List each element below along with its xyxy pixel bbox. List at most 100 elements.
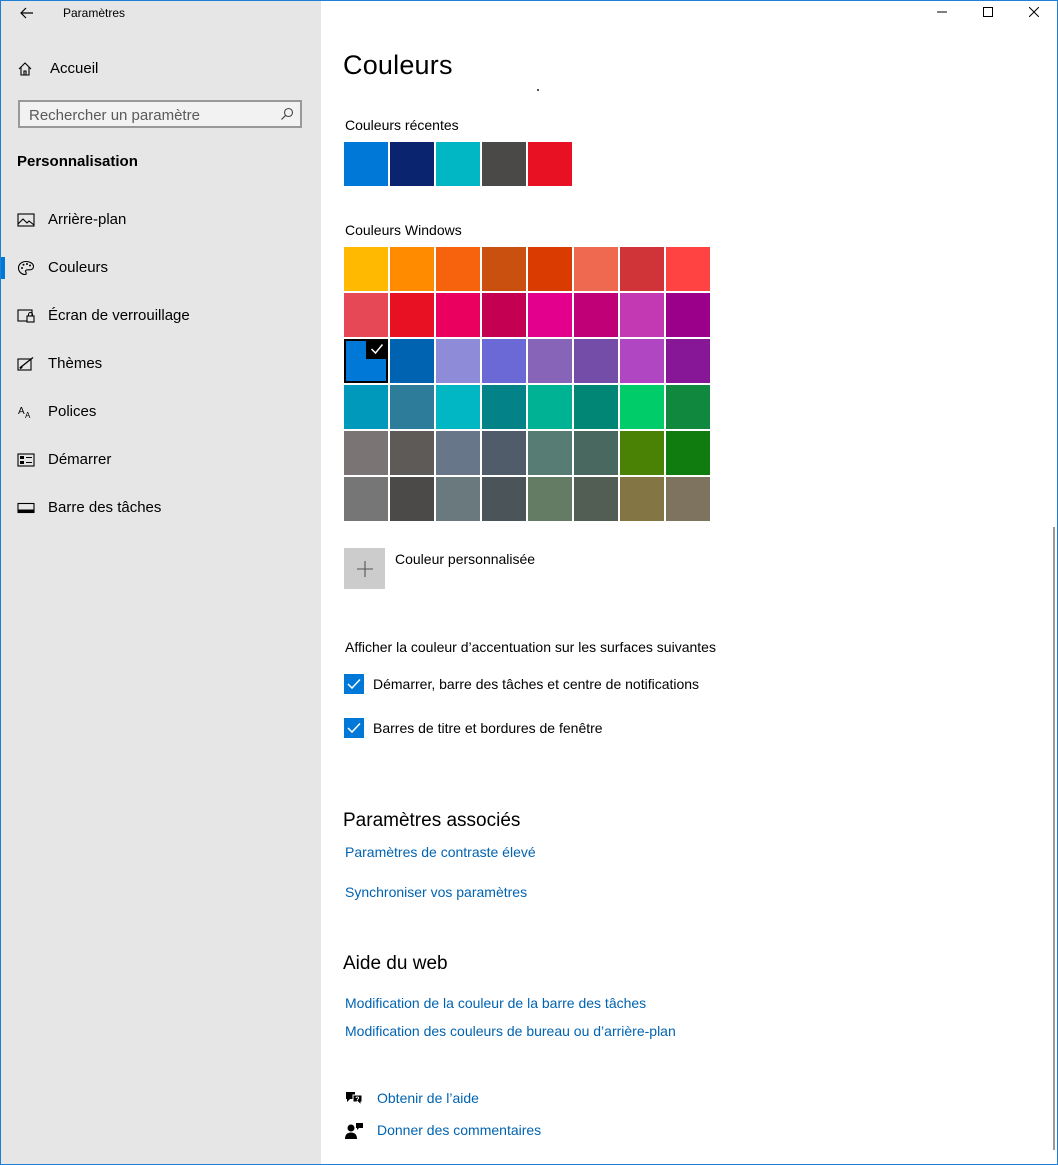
search-icon[interactable] bbox=[280, 107, 294, 121]
color-swatch[interactable] bbox=[666, 339, 710, 383]
color-swatch[interactable] bbox=[482, 293, 526, 337]
color-swatch[interactable] bbox=[574, 477, 618, 521]
color-swatch[interactable] bbox=[344, 247, 388, 291]
related-settings-heading: Paramètres associés bbox=[343, 810, 521, 831]
back-button[interactable] bbox=[11, 1, 43, 25]
color-swatch[interactable] bbox=[574, 247, 618, 291]
color-swatch[interactable] bbox=[574, 339, 618, 383]
color-swatch[interactable] bbox=[436, 247, 480, 291]
page-title: Couleurs bbox=[343, 50, 453, 80]
recent-color-swatch[interactable] bbox=[482, 142, 526, 186]
sidebar-item-start[interactable]: Démarrer bbox=[1, 442, 321, 478]
recent-colors bbox=[344, 142, 572, 186]
link-high-contrast[interactable]: Paramètres de contraste élevé bbox=[345, 844, 536, 860]
recent-color-swatch[interactable] bbox=[528, 142, 572, 186]
link-desktop-colors[interactable]: Modification des couleurs de bureau ou d… bbox=[345, 1023, 676, 1039]
color-swatch[interactable] bbox=[390, 385, 434, 429]
scrollbar[interactable] bbox=[1053, 527, 1055, 1150]
sidebar-item-label: Couleurs bbox=[48, 259, 109, 276]
sidebar-item-label: Écran de verrouillage bbox=[48, 307, 190, 324]
feedback-icon bbox=[345, 1123, 363, 1139]
link-sync-settings[interactable]: Synchroniser vos paramètres bbox=[345, 884, 527, 900]
color-swatch[interactable] bbox=[574, 293, 618, 337]
color-swatch[interactable] bbox=[528, 293, 572, 337]
color-swatch[interactable] bbox=[344, 431, 388, 475]
color-swatch[interactable] bbox=[344, 477, 388, 521]
color-swatch[interactable] bbox=[482, 385, 526, 429]
color-swatch[interactable] bbox=[390, 431, 434, 475]
get-help-link[interactable]: Obtenir de l’aide bbox=[377, 1090, 479, 1106]
checkmark-icon bbox=[347, 678, 361, 690]
maximize-icon bbox=[983, 7, 993, 17]
color-swatch[interactable] bbox=[482, 477, 526, 521]
color-swatch[interactable] bbox=[528, 339, 572, 383]
sidebar-item-colors[interactable]: Couleurs bbox=[1, 250, 321, 286]
color-swatch[interactable] bbox=[620, 247, 664, 291]
svg-text:A: A bbox=[25, 411, 31, 420]
color-swatch[interactable] bbox=[390, 339, 434, 383]
sidebar-item-label: Thèmes bbox=[48, 355, 103, 372]
color-swatch[interactable] bbox=[390, 247, 434, 291]
sidebar-item-taskbar[interactable]: Barre des tâches bbox=[1, 490, 321, 526]
sidebar-item-fonts[interactable]: AA Polices bbox=[1, 394, 321, 430]
recent-color-swatch[interactable] bbox=[344, 142, 388, 186]
color-swatch[interactable] bbox=[666, 247, 710, 291]
sidebar-item-label: Polices bbox=[48, 403, 97, 420]
sidebar-item-home[interactable]: Accueil bbox=[1, 53, 321, 85]
color-swatch[interactable] bbox=[574, 385, 618, 429]
color-swatch[interactable] bbox=[436, 477, 480, 521]
color-swatch[interactable] bbox=[436, 431, 480, 475]
color-swatch[interactable] bbox=[666, 385, 710, 429]
start-icon bbox=[17, 453, 35, 467]
color-swatch[interactable] bbox=[482, 247, 526, 291]
fonts-icon: AA bbox=[18, 406, 31, 420]
sidebar-item-lock-screen[interactable]: Écran de verrouillage bbox=[1, 298, 321, 334]
checkbox[interactable] bbox=[344, 718, 364, 738]
color-swatch[interactable] bbox=[528, 385, 572, 429]
checkbox[interactable] bbox=[344, 674, 364, 694]
color-swatch[interactable] bbox=[620, 385, 664, 429]
color-swatch[interactable] bbox=[528, 431, 572, 475]
color-swatch[interactable] bbox=[436, 293, 480, 337]
sidebar-item-background[interactable]: Arrière-plan bbox=[1, 202, 321, 238]
color-swatch[interactable] bbox=[620, 339, 664, 383]
color-swatch[interactable] bbox=[620, 293, 664, 337]
recent-colors-label: Couleurs récentes bbox=[345, 117, 459, 133]
recent-color-swatch[interactable] bbox=[436, 142, 480, 186]
color-swatch[interactable] bbox=[620, 477, 664, 521]
checkbox-label: Démarrer, barre des tâches et centre de … bbox=[373, 676, 700, 692]
color-swatch[interactable] bbox=[666, 477, 710, 521]
windows-colors-label: Couleurs Windows bbox=[345, 222, 462, 238]
color-swatch[interactable] bbox=[666, 293, 710, 337]
color-swatch[interactable] bbox=[620, 431, 664, 475]
color-swatch[interactable] bbox=[390, 477, 434, 521]
color-swatch[interactable] bbox=[574, 431, 618, 475]
feedback-link[interactable]: Donner des commentaires bbox=[377, 1122, 541, 1138]
minimize-button[interactable] bbox=[919, 0, 965, 24]
color-swatch[interactable] bbox=[528, 247, 572, 291]
sidebar: Paramètres Accueil Personnalisation Arri… bbox=[1, 1, 321, 1164]
color-swatch[interactable] bbox=[528, 477, 572, 521]
accent-surfaces-label: Afficher la couleur d’accentuation sur l… bbox=[345, 639, 716, 655]
color-swatch[interactable] bbox=[390, 293, 434, 337]
color-swatch[interactable] bbox=[436, 385, 480, 429]
lock-screen-icon bbox=[17, 309, 35, 323]
custom-color-label[interactable]: Couleur personnalisée bbox=[395, 551, 535, 567]
color-swatch[interactable] bbox=[482, 339, 526, 383]
color-swatch[interactable] bbox=[482, 431, 526, 475]
close-button[interactable] bbox=[1011, 0, 1057, 24]
color-swatch[interactable] bbox=[666, 431, 710, 475]
color-swatch[interactable] bbox=[436, 339, 480, 383]
window-controls bbox=[919, 0, 1057, 24]
home-icon bbox=[18, 62, 32, 76]
recent-color-swatch[interactable] bbox=[390, 142, 434, 186]
minimize-icon bbox=[937, 11, 947, 13]
color-swatch[interactable] bbox=[344, 293, 388, 337]
link-taskbar-color[interactable]: Modification de la couleur de la barre d… bbox=[345, 995, 646, 1011]
color-swatch[interactable] bbox=[344, 385, 388, 429]
maximize-button[interactable] bbox=[965, 0, 1011, 24]
color-swatch-selected[interactable] bbox=[344, 339, 388, 383]
custom-color-button[interactable] bbox=[344, 548, 385, 589]
sidebar-item-themes[interactable]: Thèmes bbox=[1, 346, 321, 382]
search-input[interactable] bbox=[29, 105, 269, 125]
